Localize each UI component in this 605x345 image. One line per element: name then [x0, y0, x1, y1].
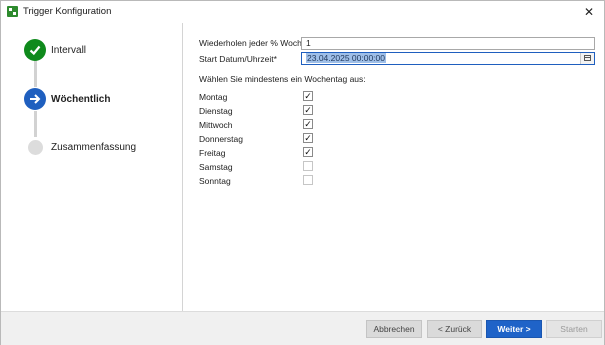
weekday-prompt: Wählen Sie mindestens ein Wochentag aus: [199, 74, 366, 84]
start-date-input[interactable]: 23.04.2025 00:00:00 [301, 52, 595, 65]
weekday-label: Montag [199, 92, 228, 102]
weekday-row-montag: Montag ✓ [199, 91, 339, 104]
weekday-checkbox-sonntag[interactable] [303, 175, 313, 185]
weekday-label: Dienstag [199, 106, 233, 116]
calendar-icon[interactable] [580, 53, 594, 64]
start-date-label: Start Datum/Uhrzeit* [199, 54, 277, 64]
weekday-row-mittwoch: Mittwoch ✓ [199, 119, 339, 132]
step-label-intervall: Intervall [51, 45, 87, 56]
weekday-label: Freitag [199, 148, 226, 158]
weekday-checkbox-donnerstag[interactable]: ✓ [303, 133, 313, 143]
weekday-label: Sonntag [199, 176, 231, 186]
weekday-checkbox-montag[interactable]: ✓ [303, 91, 313, 101]
start-date-value: 23.04.2025 00:00:00 [306, 53, 386, 63]
button-bar: Abbrechen < Zurück Weiter > Starten [1, 311, 604, 345]
check-icon [24, 39, 46, 61]
weekday-row-sonntag: Sonntag [199, 175, 339, 188]
cancel-button[interactable]: Abbrechen [366, 320, 422, 338]
step-connector [34, 57, 37, 87]
weekday-row-samstag: Samstag [199, 161, 339, 174]
arrow-right-icon [24, 88, 46, 110]
start-button[interactable]: Starten [546, 320, 602, 338]
title-bar: Trigger Konfiguration ✕ [1, 1, 604, 23]
weekday-label: Mittwoch [199, 120, 233, 130]
next-button[interactable]: Weiter > [486, 320, 542, 338]
weekday-label: Samstag [199, 162, 233, 172]
weekday-checkbox-mittwoch[interactable]: ✓ [303, 119, 313, 129]
weekday-row-dienstag: Dienstag ✓ [199, 105, 339, 118]
weekday-checkbox-freitag[interactable]: ✓ [303, 147, 313, 157]
weekday-checkbox-dienstag[interactable]: ✓ [303, 105, 313, 115]
window-title: Trigger Konfiguration [23, 6, 112, 17]
weekday-row-donnerstag: Donnerstag ✓ [199, 133, 339, 146]
form-panel: Wiederholen jeder % Woche* 1 Start Datum… [183, 23, 604, 311]
wizard-steps-sidebar: Intervall Wöchentlich Zusammenfassung [1, 23, 183, 311]
dialog-window: Trigger Konfiguration ✕ Intervall Wöchen… [0, 0, 605, 345]
back-button[interactable]: < Zurück [427, 320, 482, 338]
step-label-woechentlich: Wöchentlich [51, 94, 111, 105]
pending-step-icon [28, 140, 43, 155]
close-button[interactable]: ✕ [580, 3, 598, 21]
app-icon [7, 6, 18, 17]
weekday-label: Donnerstag [199, 134, 243, 144]
step-connector [34, 111, 37, 137]
repeat-label: Wiederholen jeder % Woche* [199, 38, 310, 48]
weekday-row-freitag: Freitag ✓ [199, 147, 339, 160]
weekday-checkbox-samstag[interactable] [303, 161, 313, 171]
repeat-weeks-input[interactable]: 1 [301, 37, 595, 50]
step-label-zusammenfassung: Zusammenfassung [51, 142, 137, 153]
